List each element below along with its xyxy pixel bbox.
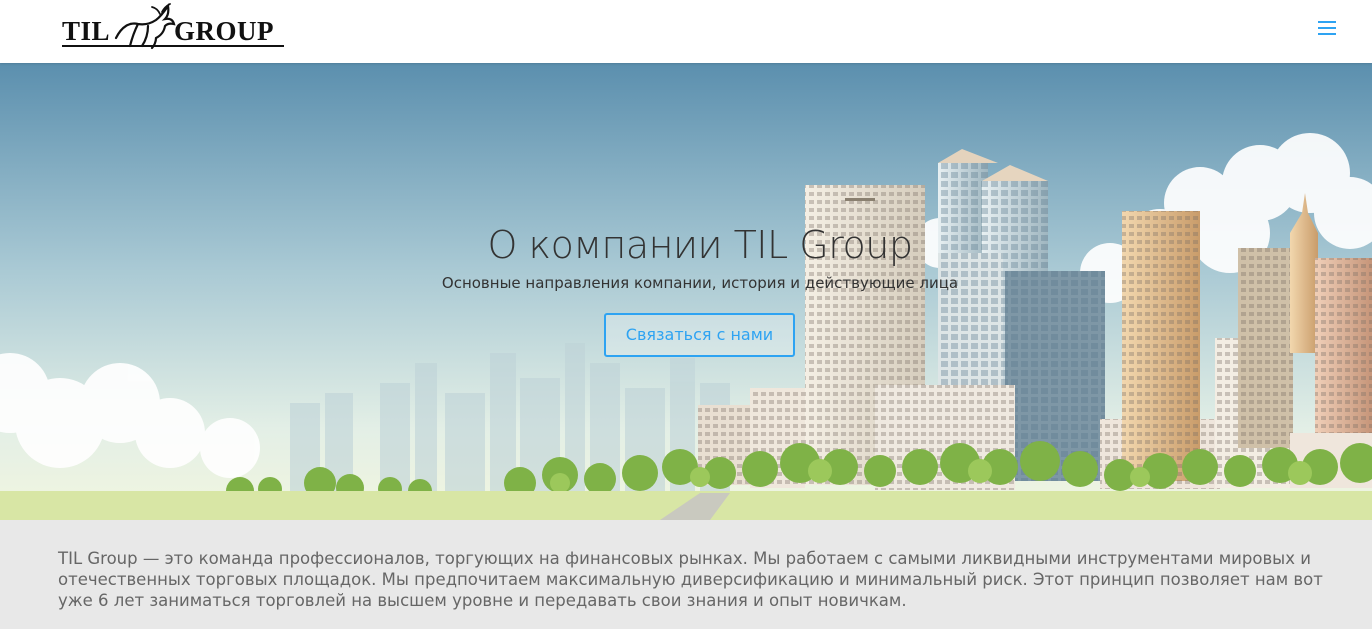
til-group-logo[interactable]: TIL GROUP: [60, 2, 286, 54]
logo-text-til: TIL: [62, 16, 111, 46]
page-title: О компании TIL Group: [487, 223, 913, 267]
page-subtitle: Основные направления компании, история и…: [441, 274, 959, 292]
logo-text-group: GROUP: [174, 16, 274, 46]
logo-underline: [62, 45, 284, 47]
contact-us-button[interactable]: Связаться с нами: [604, 313, 795, 357]
hero-section: О компании TIL Group Основные направлени…: [0, 63, 1372, 520]
bull-logo-icon: [114, 3, 176, 50]
hamburger-menu-icon[interactable]: [1312, 14, 1342, 42]
about-text: TIL Group — это команда профессионалов, …: [58, 549, 1323, 610]
site-header: TIL GROUP: [0, 0, 1372, 63]
about-section: TIL Group — это команда профессионалов, …: [0, 520, 1372, 629]
